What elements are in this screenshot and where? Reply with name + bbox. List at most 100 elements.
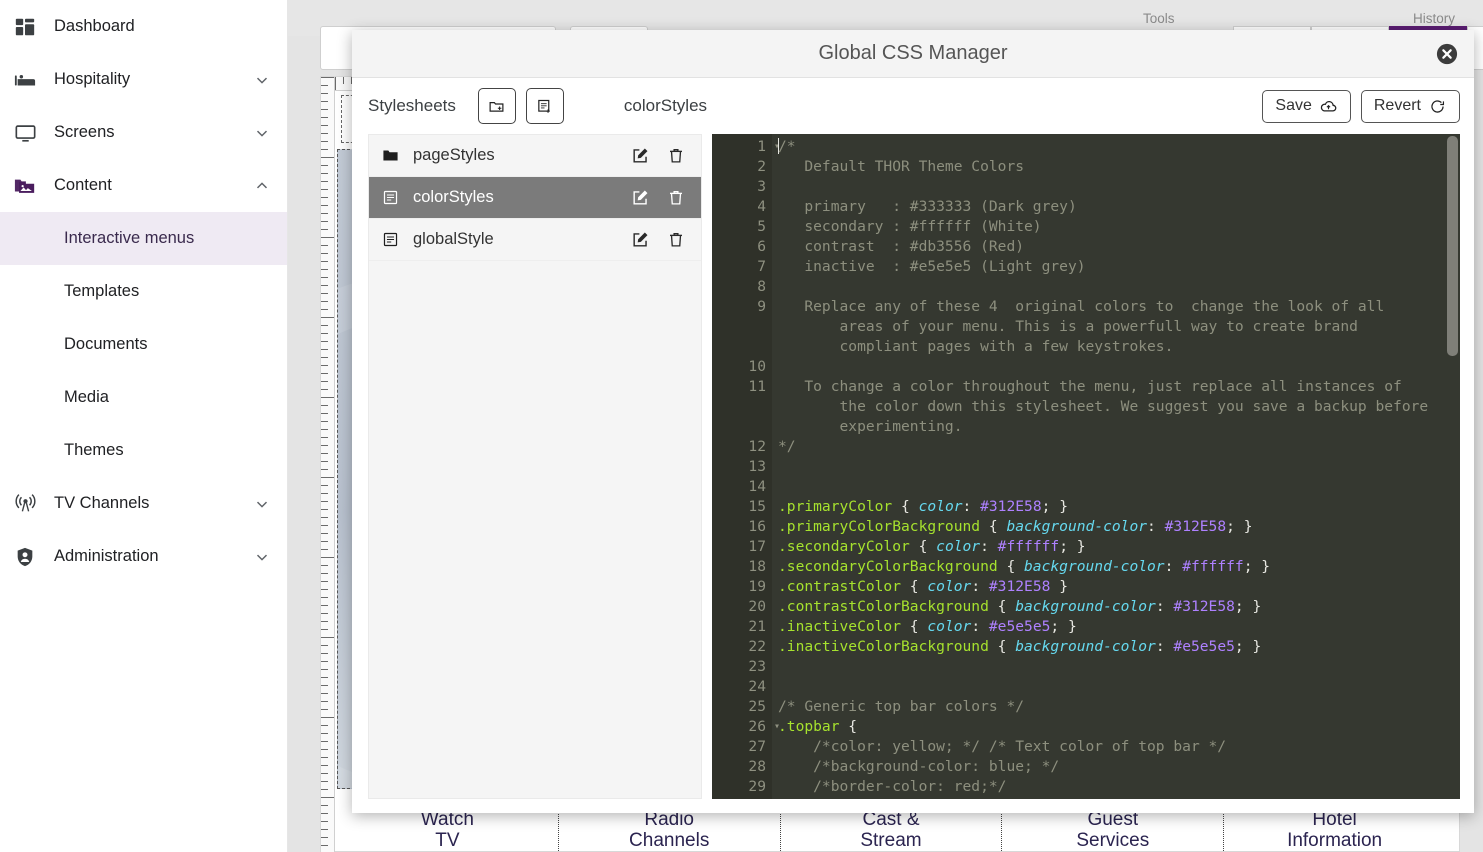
menu-tile[interactable]: Hotel Information <box>1224 807 1445 852</box>
ruler-tick <box>321 685 328 686</box>
code-token: ; } <box>1050 618 1077 635</box>
code-token: Replace any of these 4 original colors t… <box>778 298 1385 315</box>
chevron-down-icon[interactable] <box>253 124 271 142</box>
ruler-tick <box>321 621 328 622</box>
menu-tile[interactable]: Guest Services <box>1002 807 1225 852</box>
line-number: 5 <box>757 218 766 235</box>
ruler-tick <box>321 669 328 670</box>
menu-tile[interactable]: Cast & Stream <box>781 807 1003 852</box>
chevron-down-icon[interactable] <box>253 548 271 566</box>
ruler-tick <box>321 589 328 590</box>
close-button[interactable] <box>1436 43 1458 65</box>
menu-tile[interactable]: Watch TV <box>337 807 559 852</box>
ruler-tick <box>321 253 328 254</box>
tab-tools[interactable]: Tools <box>1143 11 1175 26</box>
code-line: the color down this stylesheet. We sugge… <box>778 397 1460 417</box>
code-token: .primaryColor <box>778 498 893 515</box>
sidebar-item-label: Templates <box>64 282 140 300</box>
code-line: .primaryColorBackground { background-col… <box>778 517 1460 537</box>
code-token: .contrastColor <box>778 578 902 595</box>
edit-stylesheet-button[interactable] <box>631 146 650 165</box>
code-line: .contrastColor { color: #312E58 } <box>778 577 1460 597</box>
stylesheet-row[interactable]: colorStyles <box>369 177 701 219</box>
ruler-tick <box>321 269 328 270</box>
line-number: 20 <box>748 598 766 615</box>
ruler-tick <box>321 85 328 86</box>
ruler-tick <box>321 421 328 422</box>
editor-code-area[interactable]: /* Default THOR Theme Colors primary : #… <box>772 134 1460 799</box>
file-text-icon <box>381 189 399 207</box>
chevron-down-icon[interactable] <box>253 495 271 513</box>
edit-stylesheet-button[interactable] <box>631 188 650 207</box>
edit-stylesheet-button[interactable] <box>631 230 650 249</box>
code-token: Default THOR Theme Colors <box>778 158 1025 175</box>
save-button[interactable]: Save <box>1262 89 1351 123</box>
code-token: { <box>909 538 937 555</box>
sidebar-item-hospitality[interactable]: Hospitality <box>0 53 287 106</box>
code-token: color <box>936 538 981 555</box>
delete-stylesheet-button[interactable] <box>666 188 685 207</box>
stylesheet-row-actions <box>631 230 685 249</box>
modal-subbar: Stylesheets colorStyles Save Revert <box>352 78 1474 134</box>
code-token: color <box>927 618 972 635</box>
line-number: 30 <box>712 797 772 799</box>
revert-button[interactable]: Revert <box>1360 89 1460 123</box>
menu-tile[interactable]: Radio Channels <box>559 807 781 852</box>
tab-history[interactable]: History <box>1413 11 1455 26</box>
sidebar-item-tv-channels[interactable]: TV Channels <box>0 477 287 530</box>
sidebar-item-documents[interactable]: Documents <box>0 318 287 371</box>
ruler-tick <box>321 829 328 830</box>
code-token: background-color <box>1006 518 1148 535</box>
ruler-tick <box>321 733 328 734</box>
line-number: 17 <box>748 538 766 555</box>
stylesheets-label: Stylesheets <box>368 96 456 115</box>
stylesheet-row[interactable]: pageStyles <box>369 135 701 177</box>
ruler-tick <box>321 789 328 790</box>
line-number: 25 <box>748 698 766 715</box>
ruler-tick <box>321 197 328 198</box>
sidebar-item-administration[interactable]: Administration <box>0 530 287 583</box>
code-token: : <box>1155 638 1174 655</box>
new-file-button[interactable] <box>525 88 564 124</box>
new-folder-button[interactable] <box>477 88 516 124</box>
code-token: /*border-color: red;*/ <box>778 778 1007 795</box>
code-token: { <box>997 558 1025 575</box>
chevron-down-icon[interactable] <box>253 71 271 89</box>
sidebar-item-themes[interactable]: Themes <box>0 424 287 477</box>
modal-header: Global CSS Manager <box>352 30 1474 78</box>
code-line: /* Generic top bar colors */ <box>778 697 1460 717</box>
code-token: { <box>988 638 1016 655</box>
code-token: contrast : #db3556 (Red) <box>778 238 1025 255</box>
sidebar-item-dashboard[interactable]: Dashboard <box>0 0 287 53</box>
sidebar-item-content[interactable]: Content <box>0 159 287 212</box>
ruler-tick <box>321 77 334 78</box>
sidebar-item-screens[interactable]: Screens <box>0 106 287 159</box>
delete-stylesheet-button[interactable] <box>666 230 685 249</box>
stylesheet-row[interactable]: globalStyle <box>369 219 701 261</box>
bed-icon <box>10 68 40 92</box>
css-code-editor[interactable]: 1 ▾ 2 3 4 5 6 7 8 9 10 11 12 13 14 15 16 17 18 19 20 21 22 23 24… <box>712 134 1460 799</box>
code-token: : <box>971 618 989 635</box>
editor-scrollbar[interactable] <box>1447 136 1458 356</box>
ruler-tick <box>321 389 328 390</box>
sidebar-item-interactive-menus[interactable]: Interactive menus <box>0 212 287 265</box>
sidebar-item-media[interactable]: Media <box>0 371 287 424</box>
ruler-tick <box>321 357 328 358</box>
ruler-tick <box>321 213 328 214</box>
ruler-tick <box>321 765 328 766</box>
code-line: /*background-color: blue; */ <box>778 757 1460 777</box>
sidebar-item-templates[interactable]: Templates <box>0 265 287 318</box>
stylesheet-name: pageStyles <box>413 146 495 164</box>
delete-stylesheet-button[interactable] <box>666 146 685 165</box>
line-number <box>712 417 772 437</box>
ruler-tick <box>321 661 328 662</box>
ruler-tick <box>321 837 328 838</box>
ruler-tick <box>321 525 328 526</box>
line-number: 27 <box>748 738 766 755</box>
menu-tile-line2: Services <box>1076 830 1150 851</box>
ruler-tick <box>321 533 328 534</box>
code-line: /*color: yellow; */ /* Text color of top… <box>778 737 1460 757</box>
chevron-up-icon[interactable] <box>253 177 271 195</box>
